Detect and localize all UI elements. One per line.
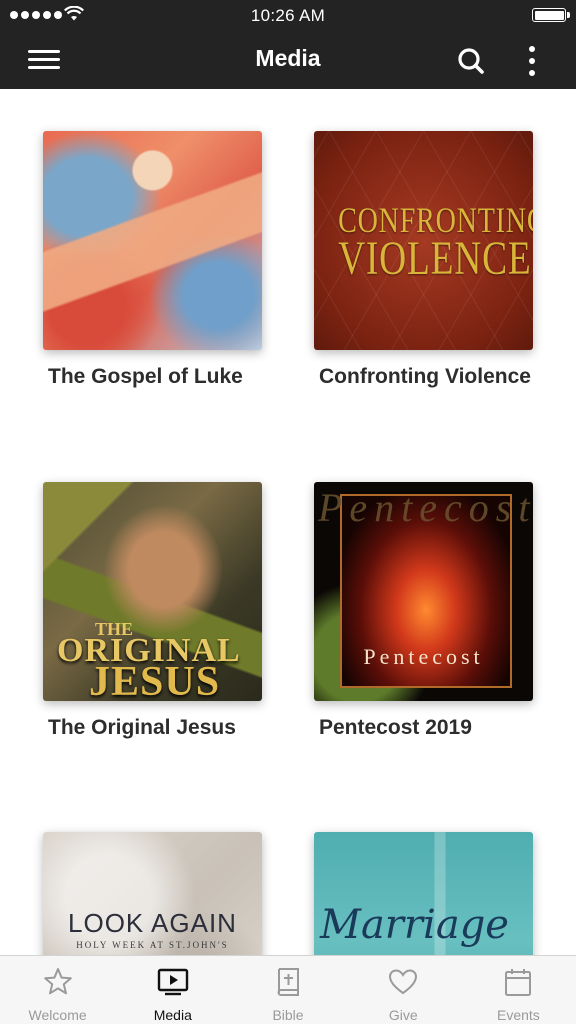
media-title[interactable]: Confronting Violence [314, 364, 533, 390]
thumbnail-art-text: Pentecost [363, 644, 484, 669]
more-vertical-icon[interactable] [516, 42, 548, 80]
media-thumbnail[interactable]: THE ORIGINAL JESUS [43, 482, 262, 701]
tab-label: Give [388, 1007, 418, 1023]
tab-bible[interactable]: Bible [230, 956, 345, 1024]
star-icon [43, 968, 72, 995]
tab-welcome[interactable]: Welcome [0, 956, 115, 1024]
heart-icon [389, 969, 418, 995]
media-thumbnail[interactable]: Pentecost Pentecost [314, 482, 533, 701]
media-thumbnail[interactable]: Marriage [314, 832, 533, 955]
thumbnail-art-text: LOOK AGAIN [68, 908, 237, 938]
search-icon[interactable] [452, 42, 490, 80]
tab-media[interactable]: Media [115, 956, 230, 1024]
thumbnail-art-text: Marriage [320, 902, 509, 948]
media-card[interactable]: CONFRONTING VIOLENCE Confronting Violenc… [314, 131, 533, 390]
tab-label: Bible [272, 1007, 304, 1023]
media-card[interactable]: LOOK AGAIN HOLY WEEK AT ST.JOHN'S [43, 832, 262, 955]
thumbnail-art-text: HOLY WEEK AT ST.JOHN'S [76, 940, 229, 950]
media-thumbnail[interactable]: LOOK AGAIN HOLY WEEK AT ST.JOHN'S [43, 832, 262, 955]
thumbnail-art-text: VIOLENCE [338, 232, 532, 285]
status-time: 10:26 AM [250, 6, 326, 25]
media-card[interactable]: Pentecost Pentecost Pentecost 2019 [314, 482, 533, 741]
tab-label: Media [153, 1007, 192, 1023]
media-card[interactable]: THE ORIGINAL JESUS The Original Jesus [43, 482, 262, 741]
media-grid: The Gospel of Luke CONFRONTING VIOLENCE … [0, 89, 576, 955]
media-card[interactable]: Marriage [314, 832, 533, 955]
nav-bar: Media [0, 30, 576, 89]
tab-label: Events [497, 1007, 540, 1023]
media-thumbnail[interactable]: CONFRONTING VIOLENCE [314, 131, 533, 350]
thumbnail-art-text: JESUS [89, 659, 221, 701]
media-card[interactable]: The Gospel of Luke [43, 131, 262, 390]
media-title[interactable]: Pentecost 2019 [314, 715, 533, 741]
tab-bar: Welcome Media Bible Give Events [0, 955, 576, 1024]
status-bar: 10:26 AM [0, 0, 576, 30]
hamburger-menu-icon[interactable] [22, 44, 66, 76]
tab-label: Welcome [28, 1007, 87, 1023]
tab-give[interactable]: Give [346, 956, 461, 1024]
tab-events[interactable]: Events [461, 956, 576, 1024]
media-player-icon [157, 968, 188, 996]
media-title[interactable]: The Original Jesus [43, 715, 262, 741]
thumbnail-art-text: Pentecost [318, 485, 533, 530]
bible-icon [277, 968, 299, 996]
calendar-icon [505, 969, 532, 996]
battery-icon [532, 8, 570, 22]
media-title[interactable]: The Gospel of Luke [43, 364, 262, 390]
media-thumbnail[interactable] [43, 131, 262, 350]
